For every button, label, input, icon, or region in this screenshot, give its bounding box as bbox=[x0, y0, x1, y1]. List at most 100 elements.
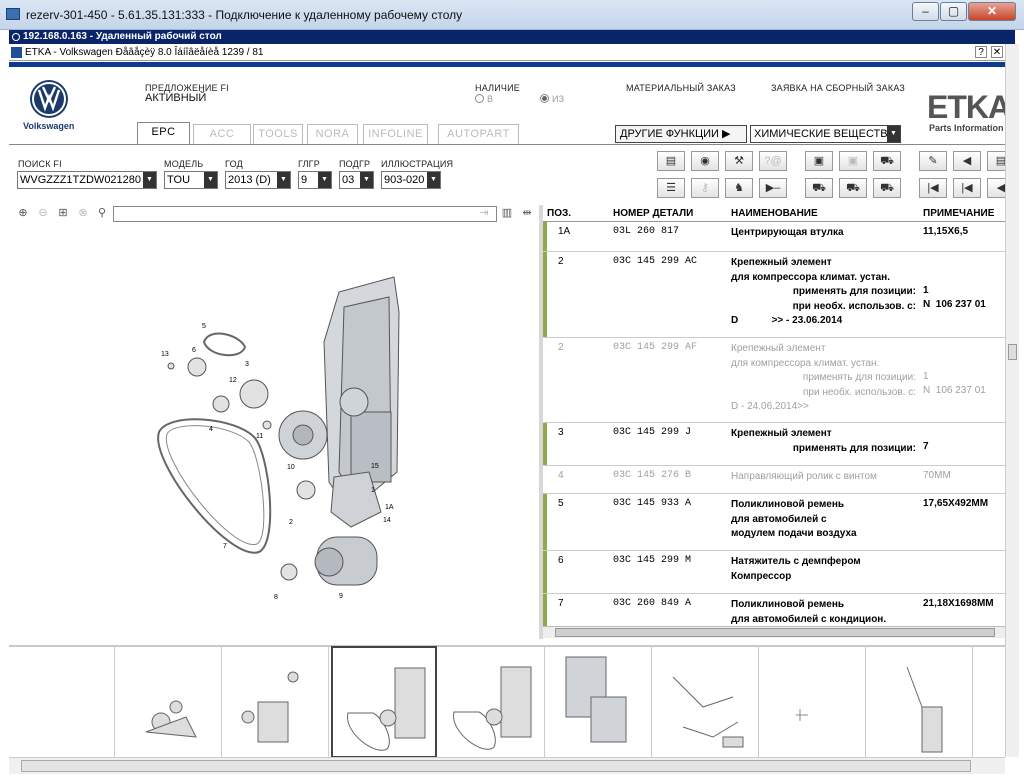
material-order-label[interactable]: МАТЕРИАЛЬНЫЙ ЗАКАЗ bbox=[626, 83, 736, 93]
thumbnail[interactable] bbox=[760, 647, 866, 759]
dropdown-arrow-icon[interactable]: ▼ bbox=[360, 172, 373, 188]
radio-out-icon[interactable] bbox=[540, 94, 549, 103]
thumbnail[interactable] bbox=[9, 647, 115, 759]
dropdown-arrow-icon[interactable]: ▼ bbox=[318, 172, 331, 188]
table-row[interactable]: 5 03C 145 933 A Поликлиновой ремень для … bbox=[543, 494, 1005, 551]
expand-arrows-icon[interactable]: ⇹ bbox=[519, 206, 535, 222]
row-marker bbox=[543, 252, 547, 337]
thumbnail[interactable] bbox=[439, 647, 545, 759]
table-row[interactable]: 2 03C 145 299 AF Крепежный элемент для к… bbox=[543, 338, 1005, 423]
model-select[interactable]: TOU ▼ bbox=[164, 171, 218, 189]
depot-icon[interactable]: ▣ bbox=[839, 151, 867, 171]
magnifier-icon[interactable]: ⚲ bbox=[94, 206, 110, 222]
basket-icon[interactable]: ⛟ bbox=[839, 178, 867, 198]
table-row[interactable]: 6 03C 145 299 M Натяжитель с демпфером К… bbox=[543, 551, 1005, 594]
list-view-icon[interactable]: ☰ bbox=[657, 178, 685, 198]
table-row[interactable]: 2 03C 145 299 AC Крепежный элемент для к… bbox=[543, 252, 1005, 338]
zoom-fit-icon[interactable]: ⊞ bbox=[55, 206, 71, 222]
zoom-reset-icon[interactable]: ⊗ bbox=[75, 206, 91, 222]
sub-group-label: ПОДГР bbox=[339, 159, 371, 169]
cart-add-icon[interactable]: ⛟ bbox=[873, 151, 901, 171]
print-icon[interactable]: ▤ bbox=[657, 151, 685, 171]
back-list-icon[interactable]: ◀ bbox=[953, 151, 981, 171]
assembly-order-label[interactable]: ЗАЯВКА НА СБОРНЫЙ ЗАКАЗ bbox=[771, 83, 905, 93]
zoom-out-icon[interactable]: ⊖ bbox=[35, 206, 51, 222]
other-functions-button[interactable]: ДРУГИЕ ФУНКЦИИ ▶ bbox=[615, 125, 747, 143]
callout-3: 3 bbox=[245, 361, 249, 368]
search-vin-input[interactable]: WVGZZZ1TZDW021280 ▼ bbox=[17, 171, 157, 189]
rdp-app-icon bbox=[6, 8, 20, 20]
diagram-search-field[interactable] bbox=[113, 206, 497, 222]
offer-value: АКТИВНЫЙ bbox=[145, 92, 207, 104]
first-page-icon[interactable]: |◀ bbox=[919, 178, 947, 198]
table-row[interactable]: 1A 03L 260 817 Центрирующая втулка 11,15… bbox=[543, 222, 1005, 252]
functions-select[interactable]: ХИМИЧЕСКИЕ ВЕЩЕСТВА ▼ bbox=[750, 125, 901, 143]
dropdown-arrow-icon[interactable]: ▼ bbox=[277, 172, 290, 188]
table-row[interactable]: 7 03C 260 849 A Поликлиновой ремень для … bbox=[543, 594, 1005, 626]
thumbnail[interactable] bbox=[867, 647, 973, 759]
grid-horizontal-scrollbar[interactable] bbox=[543, 626, 1005, 638]
sub-group-select[interactable]: 03 ▼ bbox=[339, 171, 374, 189]
app-close-button[interactable]: ✕ bbox=[991, 46, 1003, 58]
dropdown-arrow-icon[interactable]: ▼ bbox=[143, 172, 156, 188]
col-note[interactable]: ПРИМЕЧАНИЕ bbox=[923, 208, 994, 219]
table-row[interactable]: 3 03C 145 299 J Крепежный элемент примен… bbox=[543, 423, 1005, 466]
scroll-thumb[interactable] bbox=[555, 628, 995, 637]
tab-acc[interactable]: ACC bbox=[193, 124, 251, 144]
elsa-icon[interactable]: ▣ bbox=[805, 151, 833, 171]
split-arrows-icon[interactable]: ⇥ bbox=[476, 206, 492, 222]
scroll-thumb[interactable] bbox=[1008, 344, 1017, 360]
thumbnail[interactable] bbox=[653, 647, 759, 759]
parts-disc-icon[interactable]: ◉ bbox=[691, 151, 719, 171]
tab-tools[interactable]: TOOLS bbox=[253, 124, 303, 144]
thumb-drawing-icon bbox=[906, 666, 943, 753]
scroll-thumb[interactable] bbox=[21, 760, 971, 772]
minimize-button[interactable]: – bbox=[912, 2, 939, 21]
callout-8: 8 bbox=[274, 594, 278, 601]
zoom-in-icon[interactable]: ⊕ bbox=[15, 206, 31, 222]
layout-toggle-icon[interactable]: ▥ bbox=[499, 206, 515, 222]
key-icon[interactable]: ⚷ bbox=[691, 178, 719, 198]
bicycle-icon[interactable]: ♞ bbox=[725, 178, 753, 198]
close-button[interactable]: ✕ bbox=[968, 2, 1016, 21]
maximize-button[interactable]: ▢ bbox=[940, 2, 967, 21]
thumbnail[interactable] bbox=[974, 647, 1005, 759]
thumbnail[interactable] bbox=[116, 647, 222, 759]
pin-icon[interactable] bbox=[12, 33, 20, 41]
table-row[interactable]: 4 03C 145 276 B Направляющий ролик с вин… bbox=[543, 466, 1005, 494]
col-name[interactable]: НАИМЕНОВАНИЕ bbox=[731, 208, 818, 219]
thumbnail[interactable] bbox=[546, 647, 652, 759]
window-vertical-scrollbar[interactable] bbox=[1005, 44, 1019, 757]
radio-in-icon[interactable] bbox=[475, 94, 484, 103]
etka-logo-sub: Parts Information bbox=[929, 123, 1004, 133]
parts-illustration[interactable]: 5 6 13 3 12 4 11 10 15 1 1A 14 2 7 8 9 bbox=[9, 222, 539, 639]
col-pos[interactable]: ПОЗ. bbox=[547, 208, 571, 219]
pin-note-icon[interactable]: ✎ bbox=[919, 151, 947, 171]
window-horizontal-scrollbar[interactable] bbox=[9, 757, 1005, 774]
etka-app-icon bbox=[11, 47, 22, 58]
window-title: rezerv-301-450 - 5.61.35.131:333 - Подкл… bbox=[26, 8, 463, 22]
main-group-select[interactable]: 9 ▼ bbox=[298, 171, 332, 189]
tab-epc[interactable]: EPC bbox=[137, 122, 190, 145]
dropdown-arrow-icon[interactable]: ▼ bbox=[887, 126, 900, 142]
illustration-select[interactable]: 903-020 ▼ bbox=[381, 171, 441, 189]
prev-page-icon[interactable]: |◀ bbox=[953, 178, 981, 198]
year-select[interactable]: 2013 (D) ▼ bbox=[225, 171, 291, 189]
tab-infoline[interactable]: INFOLINE bbox=[363, 124, 428, 144]
query-icon[interactable]: ?@ bbox=[759, 151, 787, 171]
dropdown-arrow-icon[interactable]: ▼ bbox=[204, 172, 217, 188]
availability-in[interactable]: В bbox=[475, 94, 493, 104]
dropdown-arrow-icon[interactable]: ▼ bbox=[427, 172, 440, 188]
thumbnail[interactable] bbox=[223, 647, 329, 759]
part-tools-icon[interactable]: ⚒ bbox=[725, 151, 753, 171]
help-button[interactable]: ? bbox=[975, 46, 987, 58]
cart-icon[interactable]: ⛟ bbox=[805, 178, 833, 198]
rdp-connection-bar: 192.168.0.163 - Удаленный рабочий стол bbox=[9, 30, 1015, 44]
tab-nora[interactable]: NORA bbox=[307, 124, 358, 144]
play-step-icon[interactable]: ▶– bbox=[759, 178, 787, 198]
availability-out[interactable]: ИЗ bbox=[540, 94, 564, 104]
tab-autopart[interactable]: AUTOPART bbox=[438, 124, 519, 144]
cart-remove-icon[interactable]: ⛟ bbox=[873, 178, 901, 198]
thumbnail-selected[interactable] bbox=[331, 646, 437, 758]
col-part[interactable]: НОМЕР ДЕТАЛИ bbox=[613, 208, 693, 219]
